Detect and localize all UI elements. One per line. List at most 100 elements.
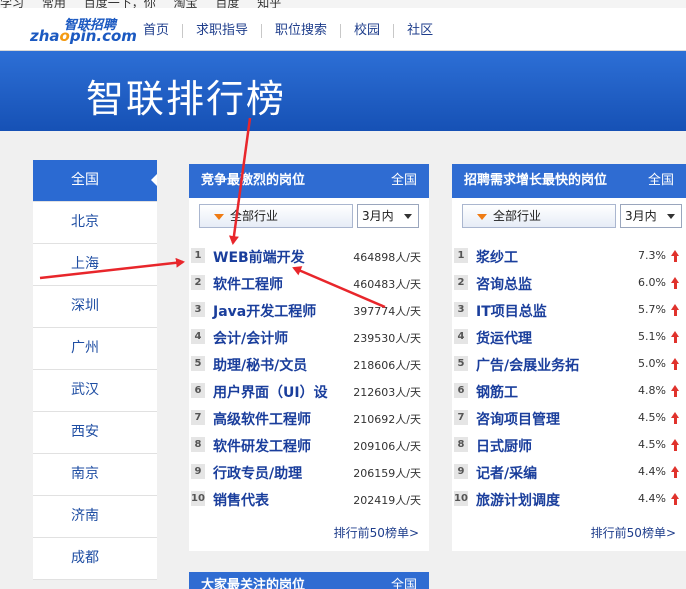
table-row: 1 WEB前端开发 464898人/天 — [189, 243, 429, 270]
city-item-wuhan[interactable]: 武汉 — [33, 370, 157, 412]
most-watched-panel-header: 大家最关注的岗位 全国 — [189, 572, 429, 589]
rank-badge: 2 — [454, 275, 468, 290]
job-title-link[interactable]: 高级软件工程师 — [213, 409, 311, 429]
rank-badge: 1 — [191, 248, 205, 263]
job-title-link[interactable]: 记者/采编 — [476, 463, 537, 483]
city-item-nanjing[interactable]: 南京 — [33, 454, 157, 496]
rank-badge: 4 — [191, 329, 205, 344]
city-item-guangzhou[interactable]: 广州 — [33, 328, 157, 370]
city-item-shanghai[interactable]: 上海 — [33, 244, 157, 286]
job-title-link[interactable]: 钢筋工 — [476, 382, 518, 402]
rank-badge: 6 — [454, 383, 468, 398]
top50-link[interactable]: 排行前50榜单> — [591, 524, 676, 541]
applicant-count: 397774人/天 — [353, 305, 421, 318]
job-title-link[interactable]: Java开发工程师 — [213, 301, 316, 321]
growth-percent: 5.0% — [638, 357, 666, 370]
table-row: 3 Java开发工程师 397774人/天 — [189, 297, 429, 324]
job-title-link[interactable]: 会计/会计师 — [213, 328, 288, 348]
table-row: 2 咨询总监 6.0% — [452, 270, 686, 297]
ranking-list: 1 WEB前端开发 464898人/天 2 软件工程师 460483人/天 3 Java开发工… — [189, 243, 429, 513]
job-title-link[interactable]: 旅游计划调度 — [476, 490, 560, 510]
panel-header: 招聘需求增长最快的岗位 全国 — [452, 164, 686, 198]
job-title-link[interactable]: 广告/会展业务拓 — [476, 355, 579, 375]
dropdown-triangle-icon — [214, 214, 224, 220]
job-title-link[interactable]: 用户界面（UI）设 — [213, 382, 328, 402]
panel-filters: 全部行业 3月内 — [452, 198, 686, 234]
growth-percent: 7.3% — [638, 249, 666, 262]
job-title-link[interactable]: 货运代理 — [476, 328, 532, 348]
bookmark-item[interactable]: 常用 — [42, 0, 66, 8]
job-title-link[interactable]: 咨询项目管理 — [476, 409, 560, 429]
up-arrow-icon — [671, 358, 680, 370]
period-select[interactable]: 3月内 — [357, 204, 419, 228]
city-item-jinan[interactable]: 济南 — [33, 496, 157, 538]
job-title-link[interactable]: 软件研发工程师 — [213, 436, 311, 456]
industry-select[interactable]: 全部行业 — [462, 204, 616, 228]
growth-percent: 4.5% — [638, 411, 666, 424]
job-title-link[interactable]: WEB前端开发 — [213, 247, 305, 267]
city-item-beijing[interactable]: 北京 — [33, 202, 157, 244]
job-title-link[interactable]: IT项目总监 — [476, 301, 547, 321]
up-arrow-icon — [671, 412, 680, 424]
up-arrow-icon — [671, 466, 680, 478]
page-title: 智联排行榜 — [86, 77, 287, 121]
applicant-count: 460483人/天 — [353, 278, 421, 291]
period-select-value: 3月内 — [362, 209, 394, 223]
table-row: 5 助理/秘书/文员 218606人/天 — [189, 351, 429, 378]
table-row: 10 销售代表 202419人/天 — [189, 486, 429, 513]
nav-job-search[interactable]: 职位搜索 — [262, 24, 342, 38]
zhaopin-logo[interactable]: 智联招聘 zhaopin.com — [30, 14, 137, 45]
city-item-xian[interactable]: 西安 — [33, 412, 157, 454]
job-title-link[interactable]: 日式厨师 — [476, 436, 532, 456]
ranking-banner: 智联排行榜 — [0, 51, 686, 131]
rank-badge: 5 — [454, 356, 468, 371]
bookmark-item[interactable]: 知乎 — [257, 0, 281, 8]
rank-badge: 9 — [191, 464, 205, 479]
growth-percent: 4.4% — [638, 465, 666, 478]
table-row: 8 软件研发工程师 209106人/天 — [189, 432, 429, 459]
bookmark-item[interactable]: 百度 — [215, 0, 239, 8]
city-item-shenzhen[interactable]: 深圳 — [33, 286, 157, 328]
bookmark-item[interactable]: 学习 — [0, 0, 24, 8]
growth-percent: 5.1% — [638, 330, 666, 343]
chevron-down-icon — [667, 214, 675, 219]
industry-select[interactable]: 全部行业 — [199, 204, 353, 228]
nav-community[interactable]: 社区 — [394, 24, 446, 38]
city-item-chengdu[interactable]: 成都 — [33, 538, 157, 580]
nav-home[interactable]: 首页 — [130, 24, 184, 38]
panel-header: 竞争最激烈的岗位 全国 — [189, 164, 429, 198]
up-arrow-icon — [671, 304, 680, 316]
panel-scope: 全国 — [647, 173, 674, 188]
job-title-link[interactable]: 行政专员/助理 — [213, 463, 302, 483]
nav-career-guide[interactable]: 求职指导 — [183, 24, 263, 38]
job-title-link[interactable]: 软件工程师 — [213, 274, 283, 294]
growth-percent: 5.7% — [638, 303, 666, 316]
job-title-link[interactable]: 助理/秘书/文员 — [213, 355, 307, 375]
bookmark-item[interactable]: 淘宝 — [174, 0, 198, 8]
nav-campus[interactable]: 校园 — [341, 24, 395, 38]
table-row: 10 旅游计划调度 4.4% — [452, 486, 686, 513]
top50-link[interactable]: 排行前50榜单> — [334, 524, 419, 541]
most-competitive-panel: 竞争最激烈的岗位 全国 全部行业 3月内 1 WEB前端开发 464898人/天 2 软… — [189, 164, 429, 551]
growth-percent: 4.8% — [638, 384, 666, 397]
applicant-count: 212603人/天 — [353, 386, 421, 399]
table-row: 7 高级软件工程师 210692人/天 — [189, 405, 429, 432]
job-title-link[interactable]: 浆纱工 — [476, 247, 518, 267]
rank-badge: 9 — [454, 464, 468, 479]
applicant-count: 209106人/天 — [353, 440, 421, 453]
up-arrow-icon — [671, 331, 680, 343]
up-arrow-icon — [671, 250, 680, 262]
rank-badge: 7 — [454, 410, 468, 425]
period-select[interactable]: 3月内 — [620, 204, 682, 228]
fastest-growth-panel: 招聘需求增长最快的岗位 全国 全部行业 3月内 1 浆纱工 7.3% 2 咨询总监 6.0… — [452, 164, 686, 551]
panel-filters: 全部行业 3月内 — [189, 198, 429, 234]
job-title-link[interactable]: 咨询总监 — [476, 274, 532, 294]
job-title-link[interactable]: 销售代表 — [213, 490, 269, 510]
logo-en: zhaopin.com — [30, 27, 137, 45]
bookmark-item[interactable]: 百度一下，你 — [84, 0, 156, 8]
applicant-count: 210692人/天 — [353, 413, 421, 426]
rank-badge: 7 — [191, 410, 205, 425]
city-item-nationwide[interactable]: 全国 — [33, 160, 157, 202]
table-row: 6 钢筋工 4.8% — [452, 378, 686, 405]
rank-badge: 6 — [191, 383, 205, 398]
